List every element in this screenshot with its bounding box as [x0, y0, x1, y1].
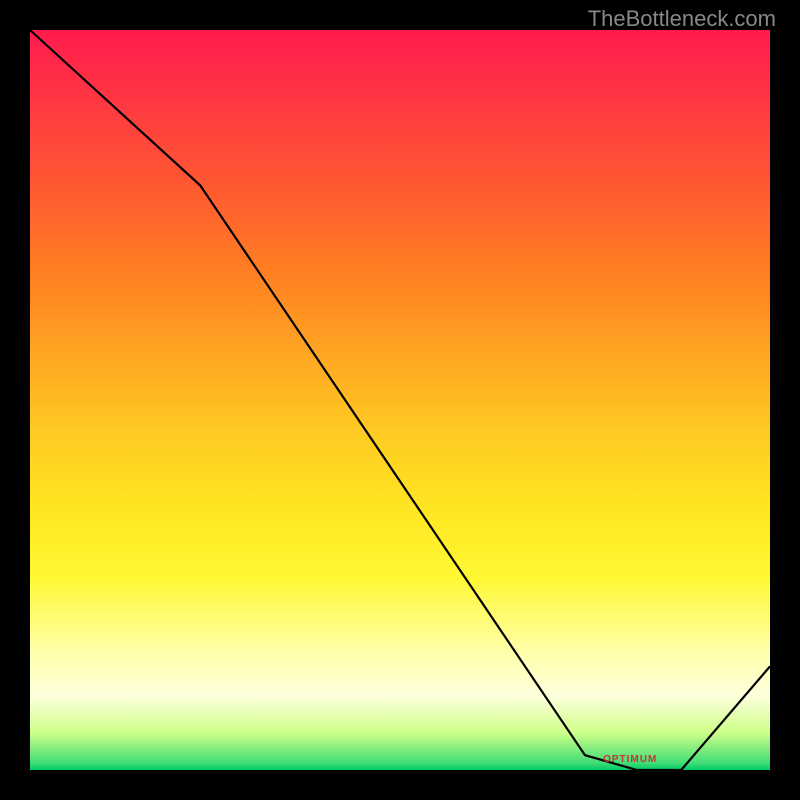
- chart-svg: OPTIMUM: [30, 30, 770, 770]
- watermark-text: TheBottleneck.com: [588, 6, 776, 32]
- optimum-label: OPTIMUM: [603, 754, 657, 765]
- bottleneck-curve: [30, 30, 770, 770]
